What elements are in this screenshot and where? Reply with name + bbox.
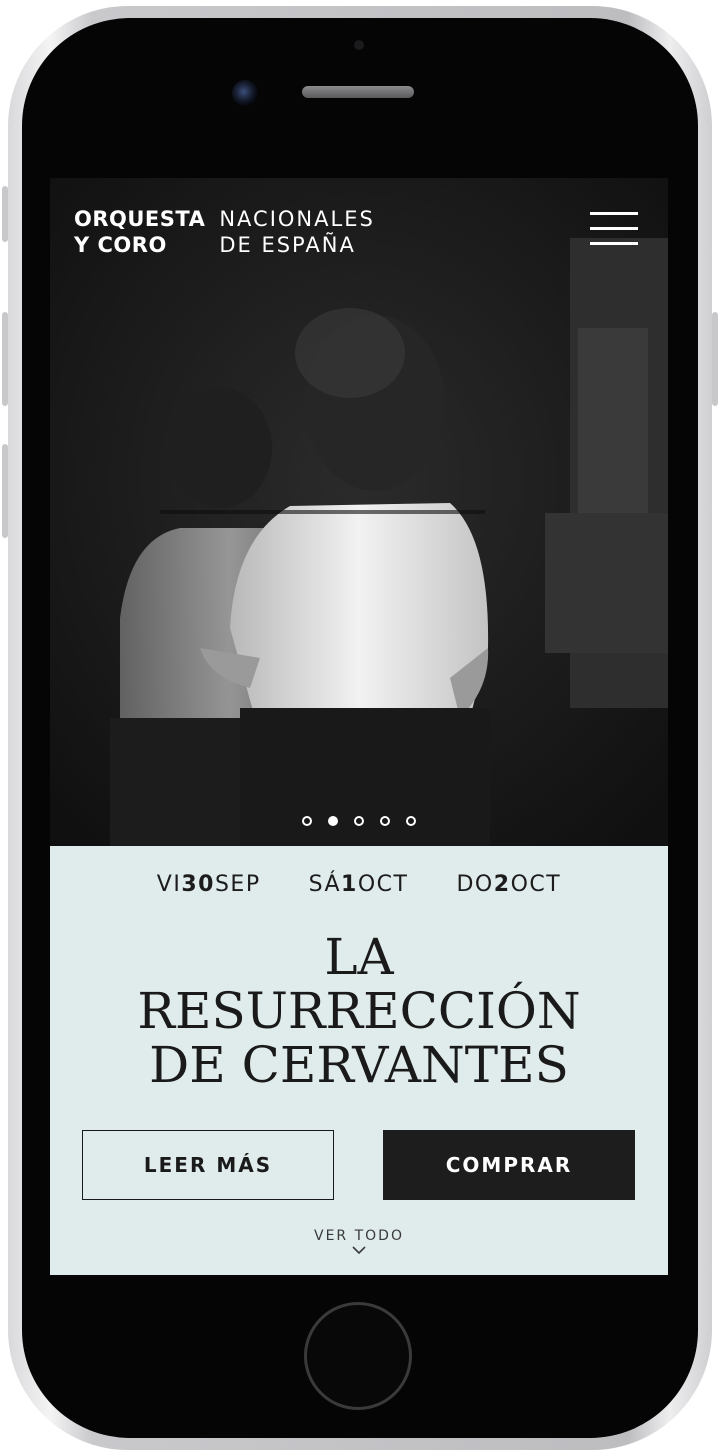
logo-line2-bold: Y CORO xyxy=(74,233,167,257)
event-title: LA RESURRECCIÓN DE CERVANTES xyxy=(50,930,668,1092)
site-logo[interactable]: ORQUESTA Y CORO NACIONALES DE ESPAÑA xyxy=(74,206,375,258)
home-button[interactable] xyxy=(304,1302,412,1410)
event-panel: VI30SEP SÁ1OCT DO2OCT LA RESURRECCIÓN DE… xyxy=(50,846,668,1275)
read-more-button[interactable]: LEER MÁS xyxy=(82,1130,334,1200)
hero-photo xyxy=(50,178,668,846)
carousel-dot-4[interactable] xyxy=(380,816,390,826)
power-button xyxy=(712,312,718,406)
event-title-line: DE CERVANTES xyxy=(149,1036,569,1094)
front-camera-icon xyxy=(232,80,258,106)
mute-switch xyxy=(2,186,8,242)
proximity-sensor xyxy=(354,40,364,50)
event-dates: VI30SEP SÁ1OCT DO2OCT xyxy=(50,872,668,897)
see-all-label: VER TODO xyxy=(314,1228,404,1244)
see-all-link[interactable]: VER TODO xyxy=(50,1228,668,1255)
hamburger-menu-icon[interactable] xyxy=(590,210,638,250)
carousel-dot-3[interactable] xyxy=(354,816,364,826)
carousel-dots xyxy=(50,816,668,826)
volume-up-button xyxy=(2,312,8,406)
carousel-dot-1[interactable] xyxy=(302,816,312,826)
event-date: SÁ1OCT xyxy=(308,872,409,897)
earpiece-speaker xyxy=(302,86,414,98)
event-date: VI30SEP xyxy=(156,872,261,897)
logo-line1-bold: ORQUESTA xyxy=(74,207,206,231)
event-title-line: LA xyxy=(324,928,394,986)
phone-screen: ORQUESTA Y CORO NACIONALES DE ESPAÑA VI3… xyxy=(50,178,668,1275)
chevron-down-icon xyxy=(352,1246,366,1255)
event-date: DO2OCT xyxy=(456,872,562,897)
carousel-dot-5[interactable] xyxy=(406,816,416,826)
carousel-dot-2[interactable] xyxy=(328,816,338,826)
buy-button[interactable]: COMPRAR xyxy=(383,1130,635,1200)
volume-down-button xyxy=(2,444,8,538)
logo-line1-light: NACIONALES xyxy=(219,207,375,231)
hero-carousel[interactable]: ORQUESTA Y CORO NACIONALES DE ESPAÑA xyxy=(50,178,668,846)
event-title-line: RESURRECCIÓN xyxy=(137,982,581,1040)
logo-line2-light: DE ESPAÑA xyxy=(219,233,356,257)
